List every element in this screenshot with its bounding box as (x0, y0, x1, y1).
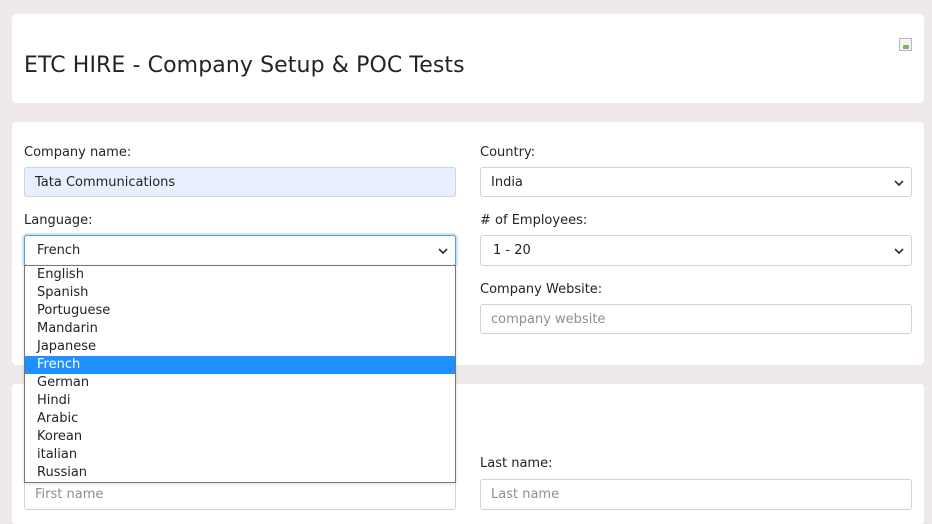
employees-select[interactable]: 1 - 20 (480, 235, 912, 266)
language-option[interactable]: italian (25, 446, 455, 464)
language-option[interactable]: Japanese (25, 338, 455, 356)
chevron-down-icon (438, 246, 448, 256)
language-option[interactable]: Portuguese (25, 302, 455, 320)
header-card: ETC HIRE - Company Setup & POC Tests (12, 14, 924, 103)
language-select-value: French (37, 243, 81, 258)
country-label: Country: (480, 145, 536, 160)
employees-label: # of Employees: (480, 213, 588, 228)
company-name-label: Company name: (24, 145, 132, 160)
language-option[interactable]: French (25, 356, 455, 374)
language-option[interactable]: Arabic (25, 410, 455, 428)
language-option[interactable]: Mandarin (25, 320, 455, 338)
language-option[interactable]: Hindi (25, 392, 455, 410)
last-name-input[interactable]: Last name (480, 479, 912, 510)
language-option[interactable]: German (25, 374, 455, 392)
country-select-value: India (491, 175, 523, 190)
language-option[interactable]: Russian (25, 464, 455, 482)
company-name-input[interactable]: Tata Communications (24, 167, 456, 197)
chevron-down-icon (894, 246, 904, 256)
language-option[interactable]: Spanish (25, 284, 455, 302)
language-dropdown-list: English Spanish Portuguese Mandarin Japa… (24, 265, 456, 483)
first-name-input[interactable]: First name (24, 479, 456, 510)
employees-select-value: 1 - 20 (493, 243, 531, 258)
page-title: ETC HIRE - Company Setup & POC Tests (24, 53, 465, 78)
language-option[interactable]: English (25, 266, 455, 284)
language-option[interactable]: Korean (25, 428, 455, 446)
country-select[interactable]: India (480, 167, 912, 197)
last-name-label: Last name: (480, 456, 553, 471)
language-select[interactable]: French (24, 235, 456, 266)
language-label: Language: (24, 213, 93, 228)
website-label: Company Website: (480, 282, 603, 297)
website-input[interactable]: company website (480, 304, 912, 334)
chevron-down-icon (894, 178, 904, 188)
broken-image-icon (899, 38, 912, 51)
